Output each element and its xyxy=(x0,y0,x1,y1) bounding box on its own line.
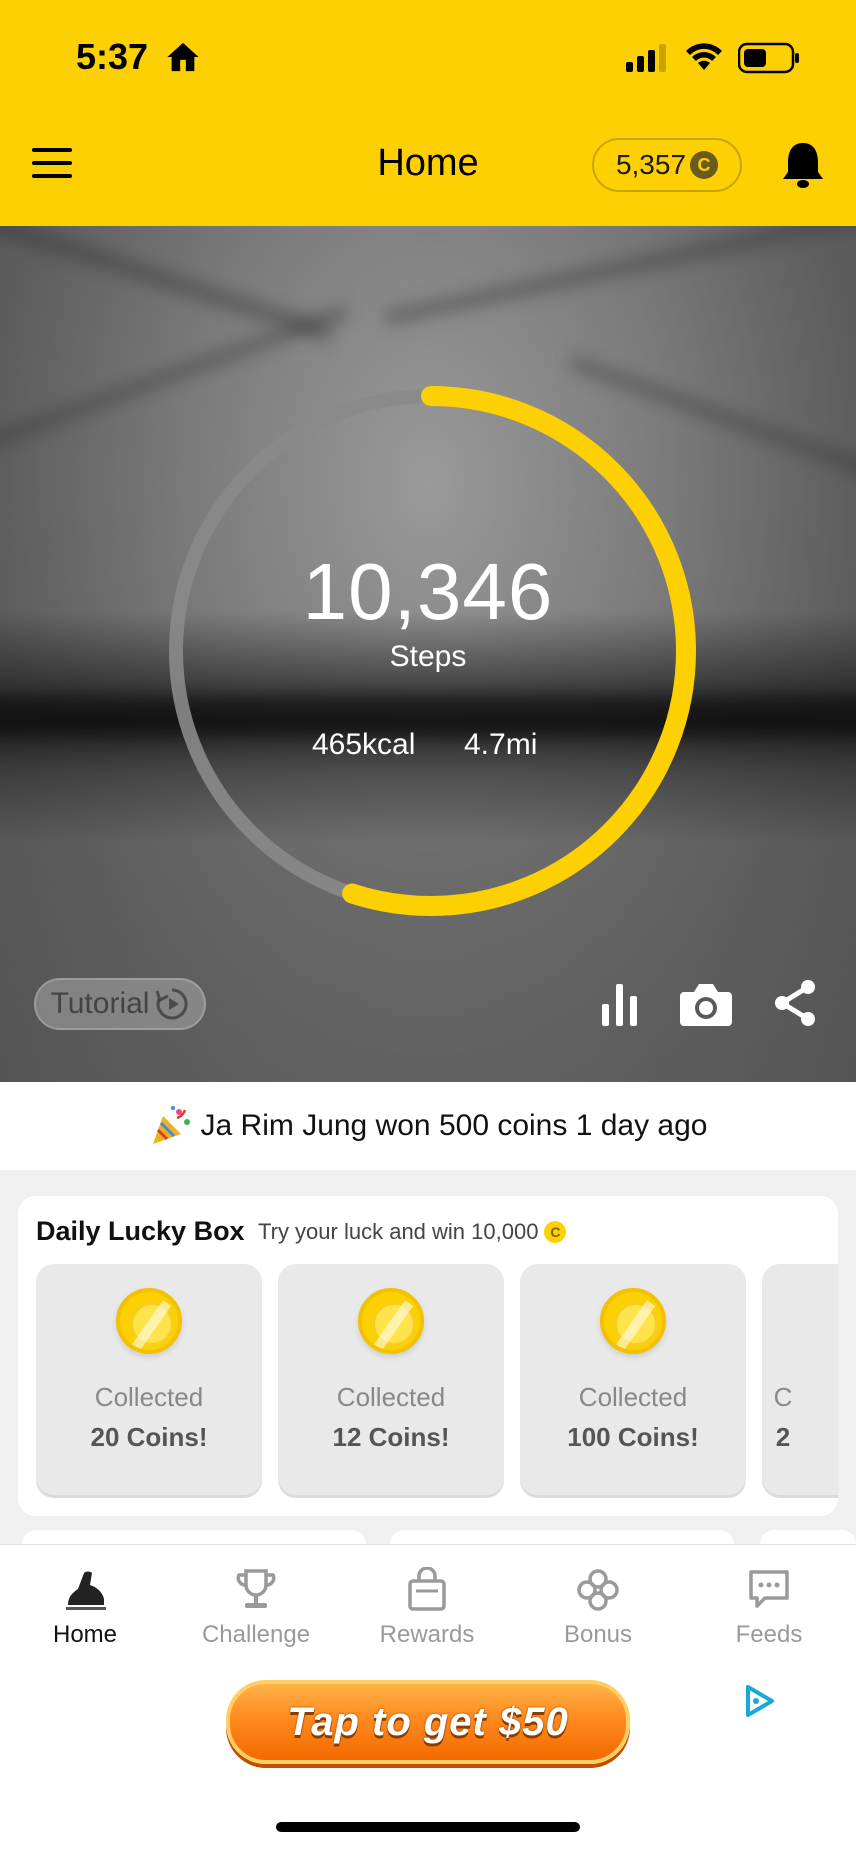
lucky-box-item-partial[interactable]: C 2 xyxy=(762,1264,838,1498)
daily-lucky-box-card: Daily Lucky Box Try your luck and win 10… xyxy=(18,1196,838,1516)
lucky-box-item[interactable]: Collected 100 Coins! xyxy=(520,1264,746,1498)
shoe-icon xyxy=(66,1571,106,1610)
gold-coin-icon xyxy=(600,1288,666,1354)
gold-coin-icon xyxy=(116,1288,182,1354)
wifi-icon xyxy=(686,43,722,70)
step-counter-hero: 10,346 Steps 465kcal 4.7mi Tutorial xyxy=(0,226,856,1082)
ad-choices-icon[interactable] xyxy=(742,1684,776,1718)
clover-icon xyxy=(577,1569,619,1611)
lucky-box-status: Collected xyxy=(94,1382,204,1412)
trophy-icon xyxy=(236,1569,276,1608)
ad-cta-button[interactable]: Tap to get $50 xyxy=(226,1680,630,1764)
app-header: 5:37 Home 5,357 C xyxy=(0,0,856,226)
home-indicator xyxy=(276,1822,580,1832)
lucky-box-amount: 20 Coins! xyxy=(90,1422,208,1452)
tab-bonus[interactable]: Bonus xyxy=(513,1567,683,1649)
chat-icon xyxy=(749,1570,789,1608)
background-streak xyxy=(0,226,334,343)
status-time: 5:37 xyxy=(76,36,149,77)
tab-home[interactable]: Home xyxy=(0,1567,170,1649)
home-status-icon xyxy=(167,42,199,72)
tab-challenge-label: Challenge xyxy=(201,1621,311,1648)
lucky-box-amount: 12 Coins! xyxy=(332,1422,450,1452)
replay-icon xyxy=(156,988,189,1020)
ad-cta-label: Tap to get $50 xyxy=(287,1699,569,1744)
lucky-box-subtitle-text: Try your luck and win 10,000 xyxy=(258,1219,539,1244)
stats-chart-icon[interactable] xyxy=(600,982,640,1026)
tab-bonus-label: Bonus xyxy=(563,1621,633,1648)
background-streak xyxy=(384,226,856,326)
coin-icon: C xyxy=(544,1221,567,1243)
party-popper-icon xyxy=(152,1106,190,1144)
calories-value: 465kcal xyxy=(312,728,416,761)
tutorial-label: Tutorial xyxy=(50,987,150,1020)
lucky-box-title: Daily Lucky Box xyxy=(36,1216,245,1246)
lucky-box-item[interactable]: Collected 12 Coins! xyxy=(278,1264,504,1498)
winner-text: Ja Rim Jung won 500 coins 1 day ago xyxy=(200,1109,708,1142)
tutorial-button[interactable]: Tutorial xyxy=(34,978,206,1030)
battery-icon xyxy=(738,42,799,74)
gold-coin-icon xyxy=(358,1288,424,1354)
share-icon[interactable] xyxy=(772,978,818,1028)
lucky-box-status: C xyxy=(773,1382,793,1412)
shopping-bag-icon xyxy=(408,1567,446,1611)
tab-feeds[interactable]: Feeds xyxy=(684,1567,854,1649)
lucky-box-subtitle: Try your luck and win 10,000 C xyxy=(258,1219,567,1245)
winner-banner: Ja Rim Jung won 500 coins 1 day ago xyxy=(0,1082,856,1170)
cellular-signal-icon xyxy=(626,44,666,72)
lucky-box-status: Collected xyxy=(336,1382,446,1412)
coin-balance: 5,357 xyxy=(615,149,687,180)
tab-rewards[interactable]: Rewards xyxy=(342,1567,512,1649)
distance-value: 4.7mi xyxy=(464,728,538,761)
tab-feeds-label: Feeds xyxy=(735,1621,803,1648)
step-count: 10,346 xyxy=(302,547,554,636)
coin-balance-pill[interactable]: 5,357 C xyxy=(592,138,742,192)
coin-icon: C xyxy=(690,151,719,179)
tab-home-label: Home xyxy=(52,1621,118,1648)
notification-bell-icon[interactable] xyxy=(780,140,826,190)
bottom-tab-bar: Home Challenge Rewards Bonus Feeds xyxy=(0,1544,856,1674)
steps-label: Steps xyxy=(389,640,467,673)
tab-challenge[interactable]: Challenge xyxy=(171,1567,341,1649)
camera-icon[interactable] xyxy=(678,980,734,1028)
tab-rewards-label: Rewards xyxy=(379,1621,475,1648)
lucky-box-amount: 2 xyxy=(775,1422,791,1452)
lucky-box-item[interactable]: Collected 20 Coins! xyxy=(36,1264,262,1498)
